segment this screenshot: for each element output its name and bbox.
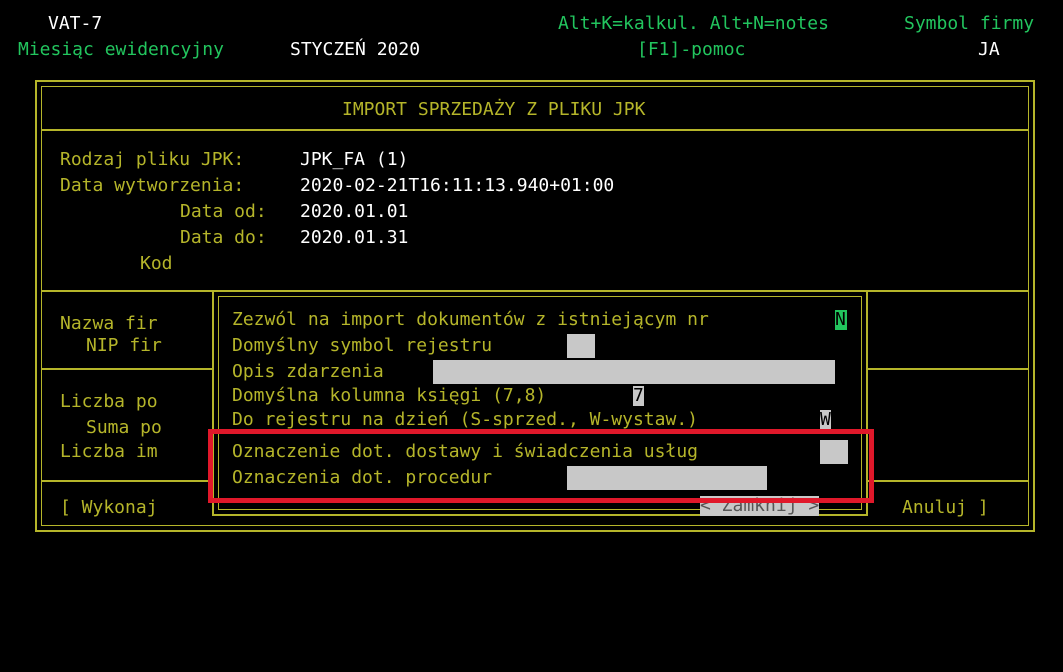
divider bbox=[41, 129, 1029, 131]
app-title: VAT-7 bbox=[48, 13, 103, 34]
allow-duplicate-field[interactable]: N bbox=[835, 310, 847, 330]
jpk-type-label: Rodzaj pliku JPK: bbox=[60, 149, 245, 170]
event-desc-field[interactable] bbox=[433, 360, 835, 384]
register-symbol-label: Domyślny symbol rejestru bbox=[232, 335, 493, 356]
date-from-value: 2020.01.01 bbox=[300, 201, 409, 222]
shortcut-hint: Alt+K=kalkul. Alt+N=notes bbox=[558, 13, 829, 34]
code-label: Kod bbox=[140, 253, 173, 274]
created-value: 2020-02-21T16:11:13.940+01:00 bbox=[300, 175, 615, 196]
execute-button[interactable]: [ Wykonaj bbox=[60, 498, 158, 518]
event-desc-label: Opis zdarzenia bbox=[232, 361, 384, 382]
date-to-value: 2020.01.31 bbox=[300, 227, 409, 248]
month-label: Miesiąc ewidencyjny bbox=[18, 39, 224, 60]
company-name-label: Nazwa fir bbox=[60, 313, 158, 334]
highlight-box bbox=[208, 429, 874, 503]
company-symbol: JA bbox=[978, 39, 1000, 60]
register-symbol-field[interactable] bbox=[567, 334, 595, 358]
allow-duplicate-label: Zezwól na import dokumentów z istniejący… bbox=[232, 309, 709, 330]
book-column-label: Domyślna kolumna księgi (7,8) bbox=[232, 385, 547, 406]
book-column-field[interactable]: 7 bbox=[633, 386, 644, 406]
count-label: Liczba po bbox=[60, 391, 158, 412]
symbol-label: Symbol firmy bbox=[904, 13, 1035, 34]
panel-title: IMPORT SPRZEDAŻY Z PLIKU JPK bbox=[342, 99, 646, 120]
created-label: Data wytworzenia: bbox=[60, 175, 245, 196]
company-nip-label: NIP fir bbox=[86, 335, 162, 356]
import-count-label: Liczba im bbox=[60, 441, 158, 462]
date-to-label: Data do: bbox=[180, 227, 267, 248]
month-value: STYCZEŃ 2020 bbox=[290, 39, 421, 60]
register-date-field[interactable]: W bbox=[820, 410, 831, 430]
register-date-label: Do rejestru na dzień (S-sprzed., W-wysta… bbox=[232, 409, 698, 430]
sum-label: Suma po bbox=[86, 417, 162, 438]
cancel-button[interactable]: Anuluj ] bbox=[902, 498, 989, 518]
help-hint[interactable]: [F1]-pomoc bbox=[637, 40, 745, 60]
jpk-type-value: JPK_FA (1) bbox=[300, 149, 409, 170]
date-from-label: Data od: bbox=[180, 201, 267, 222]
